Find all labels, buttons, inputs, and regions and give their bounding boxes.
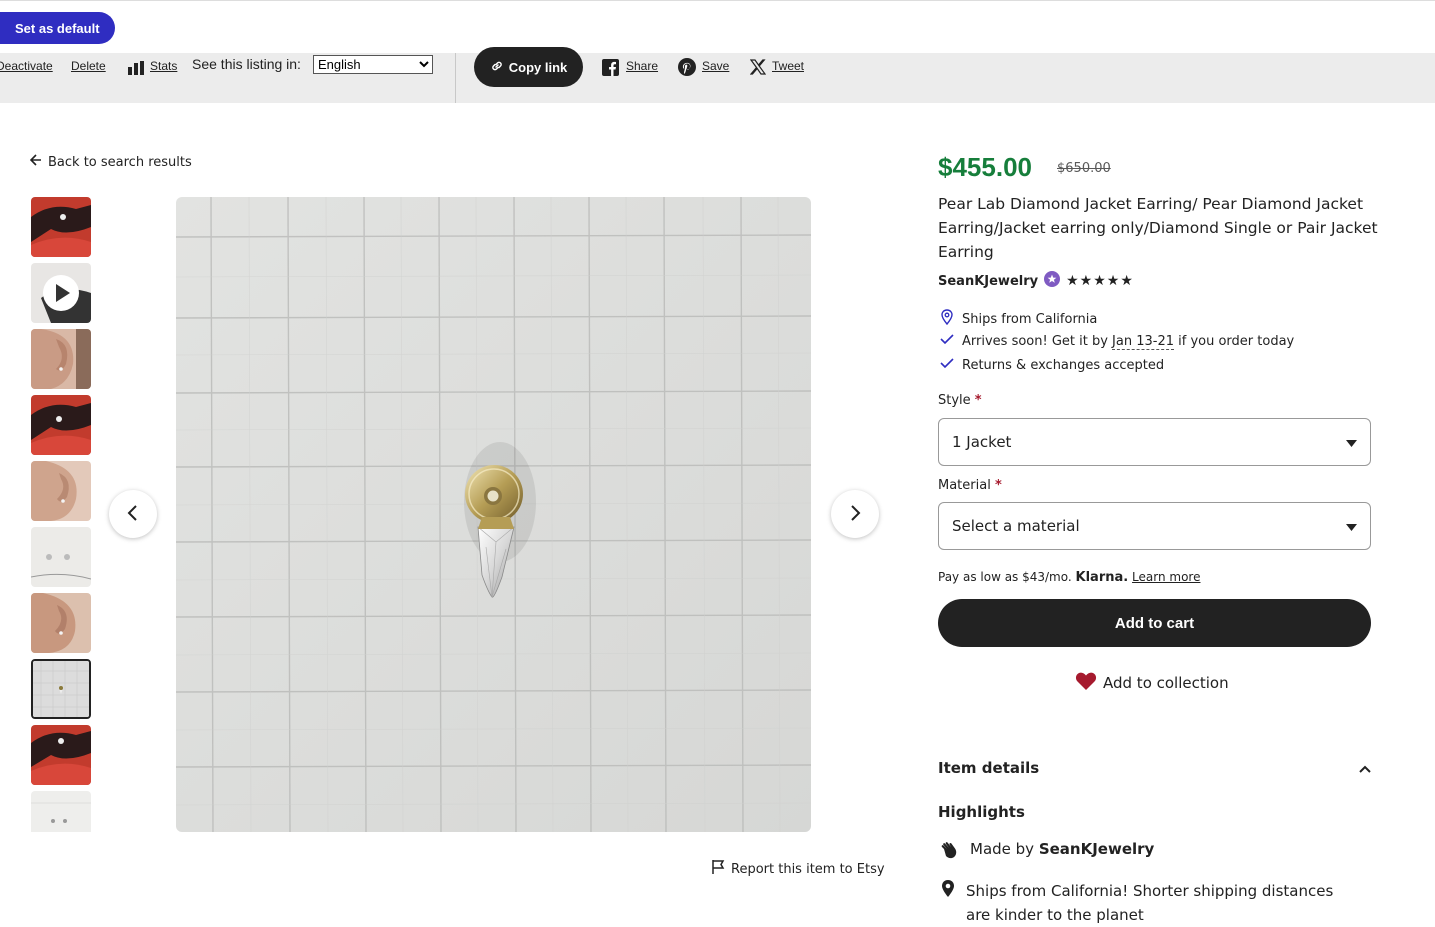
checkmark-icon (940, 357, 954, 373)
admin-divider (455, 53, 456, 103)
made-by-text: Made by SeanKJewelry (970, 840, 1155, 858)
caret-down-icon (1346, 433, 1357, 451)
ships-from-row: Ships from California (940, 309, 1097, 329)
add-to-cart-button[interactable]: Add to cart (938, 599, 1371, 647)
chevron-up-icon (1359, 759, 1371, 777)
original-price: $650.00 (1057, 161, 1111, 176)
made-by-shop-link[interactable]: SeanKJewelry (1039, 840, 1155, 858)
link-icon (490, 59, 504, 76)
thumbnail-3[interactable] (31, 329, 91, 389)
copy-link-label: Copy link (508, 59, 568, 75)
arrow-left-icon (29, 154, 42, 170)
material-select[interactable]: Select a material (938, 502, 1371, 550)
top-bar: Set as default (0, 0, 1435, 53)
thumbnail-video[interactable] (31, 263, 91, 323)
add-to-collection-button[interactable]: Add to collection (1075, 671, 1229, 695)
facebook-icon (602, 59, 619, 80)
stats-link[interactable]: Stats (150, 59, 177, 73)
sale-price: $455.00 (938, 152, 1032, 182)
x-twitter-icon (749, 59, 767, 79)
flag-icon (711, 859, 725, 879)
thumbnail-1[interactable] (31, 197, 91, 257)
shop-name-link[interactable]: SeanKJewelry (938, 274, 1038, 289)
save-link[interactable]: Save (702, 59, 729, 73)
language-select[interactable]: English (313, 55, 433, 74)
highlights-heading: Highlights (938, 803, 1025, 821)
report-label: Report this item to Etsy (731, 861, 885, 877)
returns-text: Returns & exchanges accepted (962, 357, 1165, 373)
copy-link-button[interactable]: Copy link (474, 47, 583, 87)
heart-icon (1075, 671, 1097, 695)
hand-wave-icon (940, 840, 960, 864)
returns-row: Returns & exchanges accepted (940, 357, 1164, 373)
report-item-link[interactable]: Report this item to Etsy (711, 859, 885, 879)
pinterest-icon (678, 58, 696, 80)
tweet-link[interactable]: Tweet (772, 59, 804, 73)
style-select[interactable]: 1 Jacket (938, 418, 1371, 466)
previous-image-button[interactable] (109, 490, 157, 538)
thumbnail-9[interactable] (31, 725, 91, 785)
star-seller-badge-icon (1044, 271, 1061, 291)
ships-note-row: Ships from California! Shorter shipping … (940, 879, 1360, 927)
klarna-learn-more-link[interactable]: Learn more (1132, 570, 1200, 584)
next-image-button[interactable] (831, 490, 879, 538)
arrival-date[interactable]: Jan 13-21 (1112, 333, 1174, 350)
material-label: Material * (938, 478, 1002, 493)
caret-down-icon (1346, 517, 1357, 535)
arrival-row: Arrives soon! Get it by Jan 13-21 if you… (940, 333, 1295, 350)
checkmark-icon (940, 333, 954, 349)
see-listing-label: See this listing in: (192, 56, 301, 72)
item-details-heading: Item details (938, 759, 1040, 777)
main-product-image (176, 197, 811, 832)
chevron-right-icon (848, 504, 862, 525)
stats-icon (128, 60, 145, 79)
add-to-collection-label: Add to collection (1103, 674, 1229, 692)
ships-note-text: Ships from California! Shorter shipping … (966, 882, 1334, 924)
required-mark: * (974, 393, 982, 408)
thumbnail-7[interactable] (31, 593, 91, 653)
location-pin-icon (940, 309, 954, 329)
back-to-search-link[interactable]: Back to search results (29, 154, 192, 170)
back-link-label: Back to search results (48, 154, 192, 170)
required-mark: * (994, 478, 1002, 493)
location-pin-icon (940, 879, 956, 927)
ships-from-text: Ships from California (962, 311, 1098, 327)
klarna-financing: Pay as low as $43/mo. Klarna. Learn more (938, 570, 1201, 585)
deactivate-link[interactable]: Deactivate (0, 59, 53, 73)
rating-stars-icon: ★★★★★ (1066, 273, 1134, 289)
product-title: Pear Lab Diamond Jacket Earring/ Pear Di… (938, 195, 1378, 261)
chevron-left-icon (126, 504, 140, 525)
made-by-row: Made by SeanKJewelry (940, 840, 1154, 864)
thumbnail-6[interactable] (31, 527, 91, 587)
style-label: Style * (938, 393, 982, 408)
item-details-toggle[interactable]: Item details (938, 755, 1371, 781)
thumbnail-5[interactable] (31, 461, 91, 521)
shop-info: SeanKJewelry ★★★★★ (938, 271, 1134, 291)
style-select-value: 1 Jacket (952, 433, 1012, 451)
thumbnail-10[interactable] (31, 791, 91, 832)
klarna-logo: Klarna. (1075, 570, 1129, 585)
set-as-default-button[interactable]: Set as default (0, 12, 115, 44)
share-link[interactable]: Share (626, 59, 658, 73)
thumbnail-4[interactable] (31, 395, 91, 455)
material-select-value: Select a material (952, 517, 1080, 535)
thumbnail-8-selected[interactable] (31, 659, 91, 719)
delete-link[interactable]: Delete (71, 59, 106, 73)
arrival-text: Arrives soon! Get it by Jan 13-21 if you… (962, 333, 1295, 350)
